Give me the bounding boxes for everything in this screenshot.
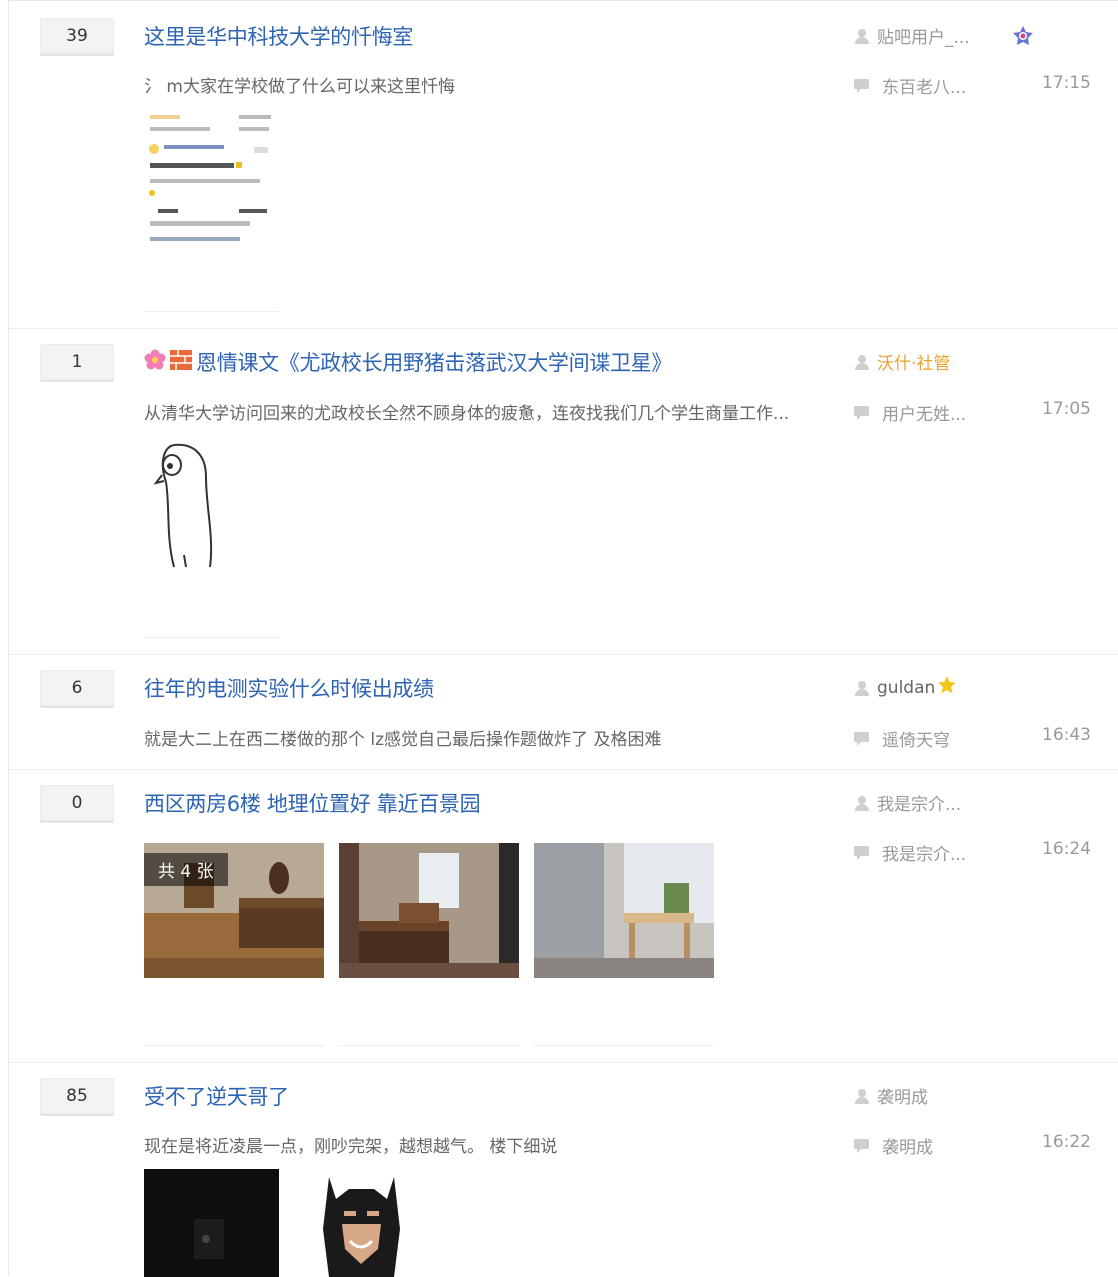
thread-abstract: 氵 m大家在学校做了什么可以来这里忏悔 — [144, 72, 834, 97]
reply-icon — [854, 406, 870, 420]
author-name[interactable]: 我是宗介... — [877, 790, 961, 815]
last-replier-name[interactable]: 东百老八... — [882, 73, 966, 98]
last-replier-name[interactable]: 用户无姓... — [882, 400, 966, 425]
thread-thumbnail[interactable] — [294, 1169, 429, 1277]
thread-title-link[interactable]: 西区两房6楼 地理位置好 靠近百景园 — [144, 788, 480, 818]
member-badge-icon — [1012, 25, 1034, 51]
thread-title-link[interactable]: 受不了逆天哥了 — [144, 1081, 289, 1111]
user-icon — [854, 680, 870, 696]
last-replier-name[interactable]: 遥倚天穹 — [882, 726, 950, 751]
thread-abstract: 现在是将近凌晨一点，刚吵完架，越想越气。 楼下细说 — [144, 1132, 834, 1157]
thread-thumbnail[interactable] — [339, 843, 519, 978]
reply-time: 17:15 — [1042, 73, 1091, 93]
thread-title-link[interactable]: 往年的电测实验什么时候出成绩 — [144, 673, 434, 703]
reply-time: 17:05 — [1042, 399, 1091, 419]
flower-icon — [144, 349, 166, 375]
thread-item: 85 受不了逆天哥了 现在是将近凌晨一点，刚吵完架，越想越气。 楼下细说 — [9, 1063, 1118, 1277]
thread-thumbnail[interactable] — [144, 1169, 279, 1277]
thread-item: 6 往年的电测实验什么时候出成绩 就是大二上在西二楼做的那个 lz感觉自己最后操… — [9, 655, 1118, 770]
brick-icon — [170, 349, 192, 375]
reply-icon — [854, 79, 870, 93]
last-replier-name[interactable]: 袭明成 — [882, 1133, 933, 1158]
user-icon — [854, 795, 870, 811]
thread-title-link[interactable]: 恩情课文《尤政校长用野猪击落武汉大学间谍卫星》 — [196, 347, 672, 377]
thread-abstract: 就是大二上在西二楼做的那个 lz感觉自己最后操作题做炸了 及格困难 — [144, 725, 834, 750]
reply-count: 1 — [40, 344, 114, 380]
star-icon — [937, 675, 957, 700]
reply-time: 16:22 — [1042, 1132, 1091, 1152]
reply-icon — [854, 1139, 870, 1153]
user-icon — [854, 354, 870, 370]
thread-list: 39 这里是华中科技大学的忏悔室 氵 m大家在学校做了什么可以来这里忏悔 — [8, 0, 1118, 1276]
author-name[interactable]: guldan — [877, 678, 935, 698]
reply-time: 16:43 — [1042, 725, 1091, 745]
reply-count: 39 — [40, 18, 114, 54]
author-name[interactable]: 袭明成 — [877, 1083, 928, 1108]
thread-thumbnail[interactable]: 共 4 张 — [144, 843, 324, 978]
author-name[interactable]: 贴吧用户_... — [877, 23, 970, 48]
user-icon — [854, 28, 870, 44]
thread-item: 0 西区两房6楼 地理位置好 靠近百景园 共 4 张 — [9, 770, 1118, 1063]
thread-thumbnail[interactable] — [144, 109, 279, 245]
thread-title-link[interactable]: 这里是华中科技大学的忏悔室 — [144, 21, 413, 51]
reply-icon — [854, 846, 870, 860]
thread-thumbnail[interactable] — [144, 437, 279, 572]
thread-item: 1 — [9, 329, 1118, 655]
reply-count: 85 — [40, 1078, 114, 1114]
reply-count: 0 — [40, 785, 114, 821]
thread-item: 39 这里是华中科技大学的忏悔室 氵 m大家在学校做了什么可以来这里忏悔 — [9, 1, 1118, 329]
reply-icon — [854, 732, 870, 746]
thread-thumbnail[interactable] — [534, 843, 714, 978]
reply-time: 16:24 — [1042, 839, 1091, 859]
thread-abstract: 从清华大学访问回来的尤政校长全然不顾身体的疲惫，连夜找我们几个学生商量工作... — [144, 399, 834, 424]
image-count-badge: 共 4 张 — [144, 853, 228, 886]
last-replier-name[interactable]: 我是宗介... — [882, 840, 966, 865]
reply-count: 6 — [40, 670, 114, 706]
author-name[interactable]: 沃什·社管 — [877, 349, 950, 374]
user-icon — [854, 1088, 870, 1104]
